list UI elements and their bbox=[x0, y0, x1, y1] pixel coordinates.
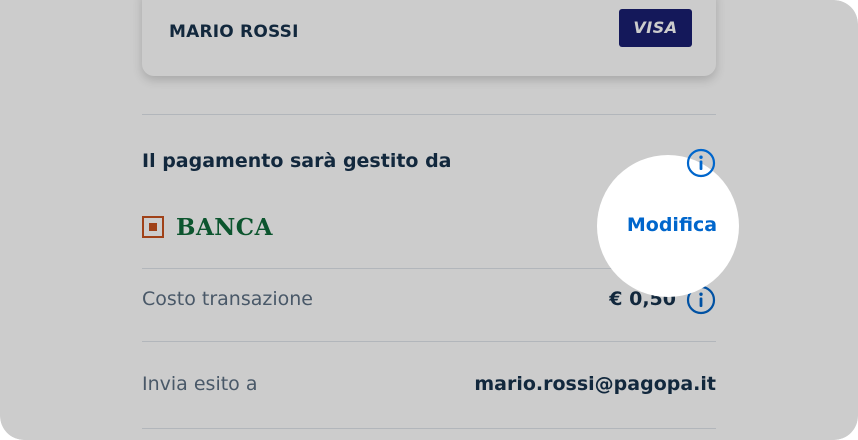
divider bbox=[142, 428, 716, 429]
bank-name: BANCA bbox=[176, 213, 273, 241]
divider bbox=[142, 341, 716, 342]
psp-info-icon[interactable] bbox=[686, 148, 716, 178]
psp-heading: Il pagamento sarà gestito da bbox=[142, 150, 452, 172]
screen: MARIO ROSSI VISA Il pagamento sarà gesti… bbox=[0, 0, 858, 440]
bank-mark-icon bbox=[142, 216, 164, 238]
fee-label: Costo transazione bbox=[142, 288, 313, 310]
payment-summary-panel: MARIO ROSSI VISA Il pagamento sarà gesti… bbox=[0, 0, 858, 440]
card-holder-name: MARIO ROSSI bbox=[169, 22, 299, 42]
payment-card: MARIO ROSSI VISA bbox=[142, 0, 716, 76]
divider bbox=[142, 114, 716, 115]
outcome-email: mario.rossi@pagopa.it bbox=[474, 373, 716, 395]
outcome-label: Invia esito a bbox=[142, 373, 258, 395]
visa-logo: VISA bbox=[619, 9, 692, 47]
bank-logo: BANCA bbox=[142, 213, 273, 241]
modify-psp-link[interactable]: Modifica bbox=[620, 214, 724, 236]
